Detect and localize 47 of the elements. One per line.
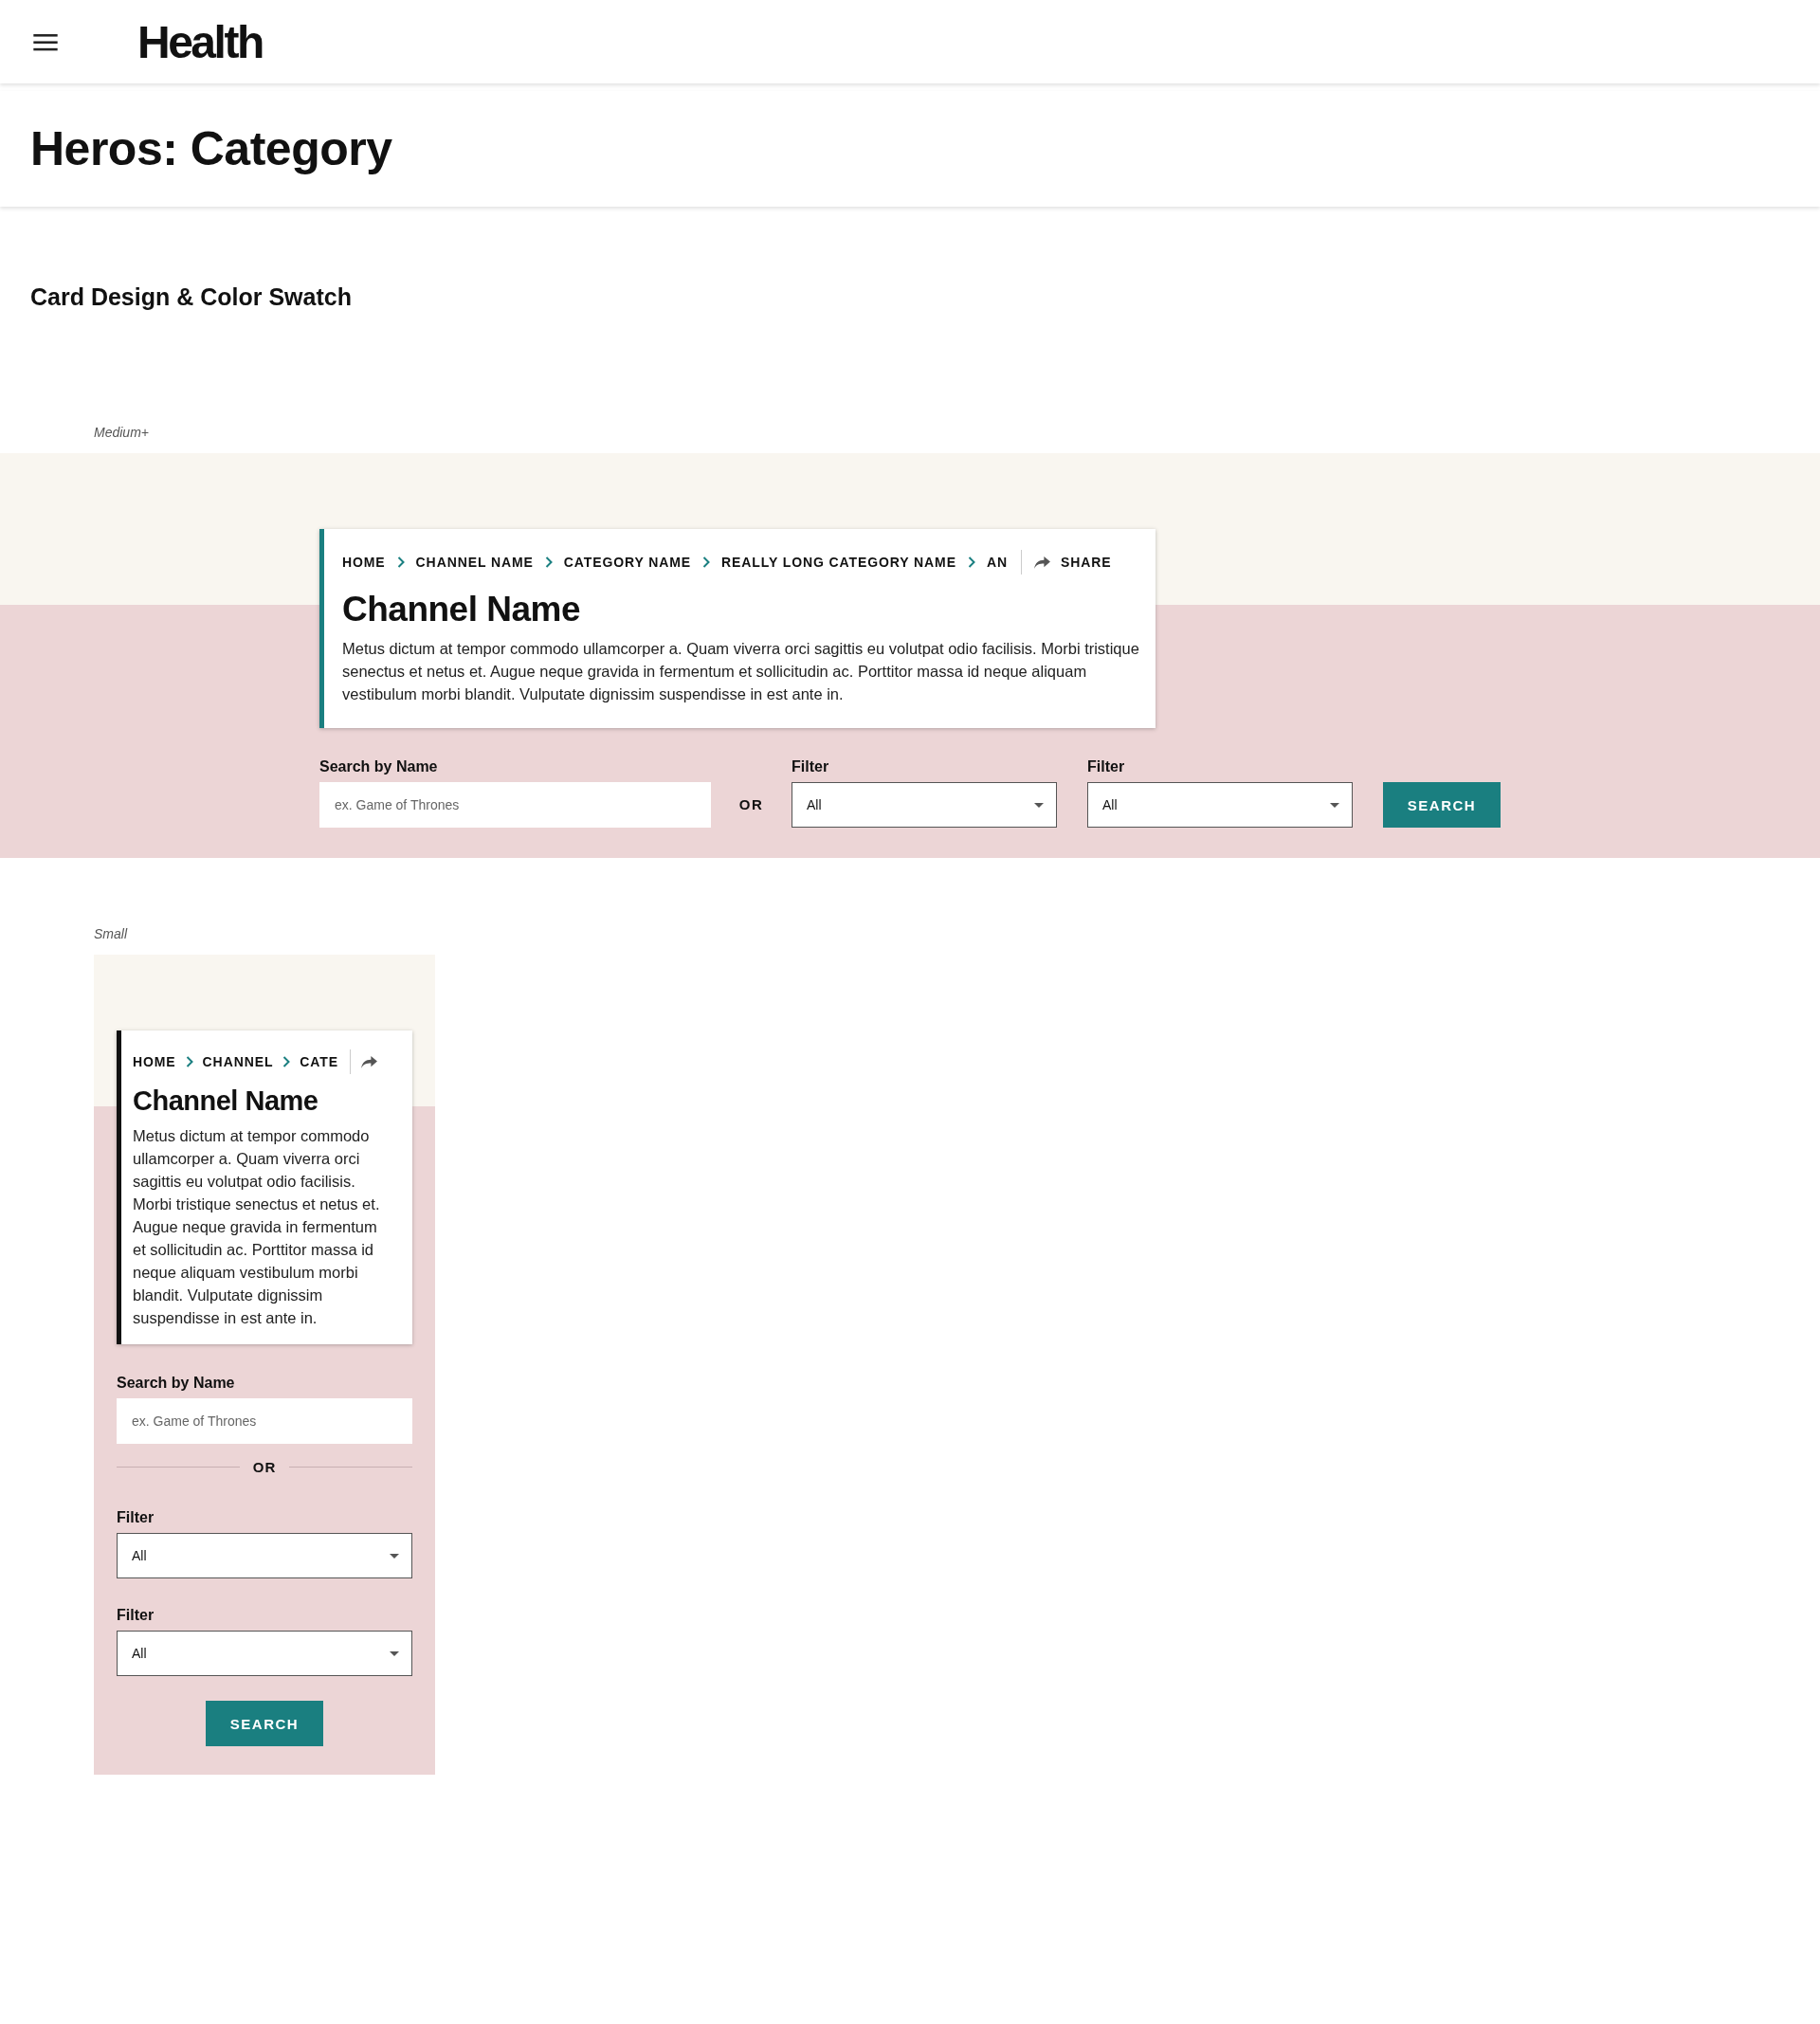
breadcrumb-link[interactable]: HOME: [133, 1054, 176, 1069]
menu-icon[interactable]: [33, 32, 58, 51]
chevron-icon: [396, 556, 405, 568]
field-label: Search by Name: [117, 1375, 236, 1392]
filter-dropdown[interactable]: All: [117, 1631, 412, 1676]
page-title: Heros: Category: [30, 121, 392, 176]
card-title: Channel Name: [133, 1085, 319, 1117]
breadcrumb-link[interactable]: AN: [986, 555, 1008, 570]
field-label: Filter: [117, 1607, 155, 1624]
chevron-icon: [544, 556, 553, 568]
breadcrumb-link[interactable]: REALLY LONG CATEGORY NAME: [721, 555, 956, 570]
breadcrumb-link[interactable]: CHANNEL NAME: [415, 555, 534, 570]
card-description: Metus dictum at tempor commodo ullamcorper a. Quam viverra orci sagittis eu volutpat odio facilisis. Morbi tristique senectus et netus et. Augue neque gravida in fermentum et sollicitudin ac. Porttitor massa id neque aliquam vestibulum morbi blandit. Vulputate dignissim suspendisse in est ante in.: [342, 639, 1140, 704]
share-link[interactable]: SHARE: [1032, 555, 1112, 570]
search-button[interactable]: SEARCH: [206, 1701, 323, 1746]
caret-icon: [1034, 802, 1044, 808]
or-label: OR: [737, 795, 765, 814]
chevron-icon: [702, 556, 711, 568]
breadcrumb-link[interactable]: CATE: [300, 1054, 339, 1069]
breadcrumb-link[interactable]: CATEGORY NAME: [563, 555, 692, 570]
caret-icon: [390, 1553, 399, 1559]
card-title: Channel Name: [342, 590, 581, 629]
chevron-icon: [185, 1056, 193, 1067]
section-title: Card Design & Color Swatch: [30, 283, 353, 311]
filter-dropdown[interactable]: All: [792, 782, 1057, 828]
variant-label: Medium+: [94, 425, 149, 440]
field-label: Filter: [792, 758, 830, 775]
search-field[interactable]: ex. Game of Thrones: [319, 782, 711, 828]
filter-dropdown[interactable]: All: [117, 1533, 412, 1578]
caret-icon: [1330, 802, 1339, 808]
field-label: Filter: [117, 1509, 155, 1526]
share-icon[interactable]: [360, 1054, 379, 1069]
breadcrumb-link[interactable]: HOME: [342, 555, 386, 570]
variant-label: Small: [94, 926, 127, 941]
breadcrumb-link[interactable]: CHANNEL: [202, 1054, 274, 1069]
share-icon: [1032, 555, 1051, 570]
field-label: Filter: [1087, 758, 1126, 775]
field-label: Search by Name: [319, 758, 439, 775]
chevron-icon: [282, 1056, 291, 1067]
chevron-icon: [967, 556, 975, 568]
search-button[interactable]: SEARCH: [1383, 782, 1501, 828]
logo[interactable]: Health: [137, 15, 263, 68]
filter-dropdown[interactable]: All: [1087, 782, 1353, 828]
caret-icon: [390, 1650, 399, 1656]
or-label: OR: [252, 1459, 277, 1475]
search-field[interactable]: ex. Game of Thrones: [117, 1398, 412, 1444]
card-description: Metus dictum at tempor commodo ullamcorper a. Quam viverra orci sagittis eu volutpat odio facilisis. Morbi tristique senectus et netus et. Augue neque gravida in fermentum et sollicitudin ac. Porttitor massa id neque aliquam vestibulum morbi blandit. Vulputate dignissim suspendisse in est ante in.: [133, 1126, 381, 1328]
